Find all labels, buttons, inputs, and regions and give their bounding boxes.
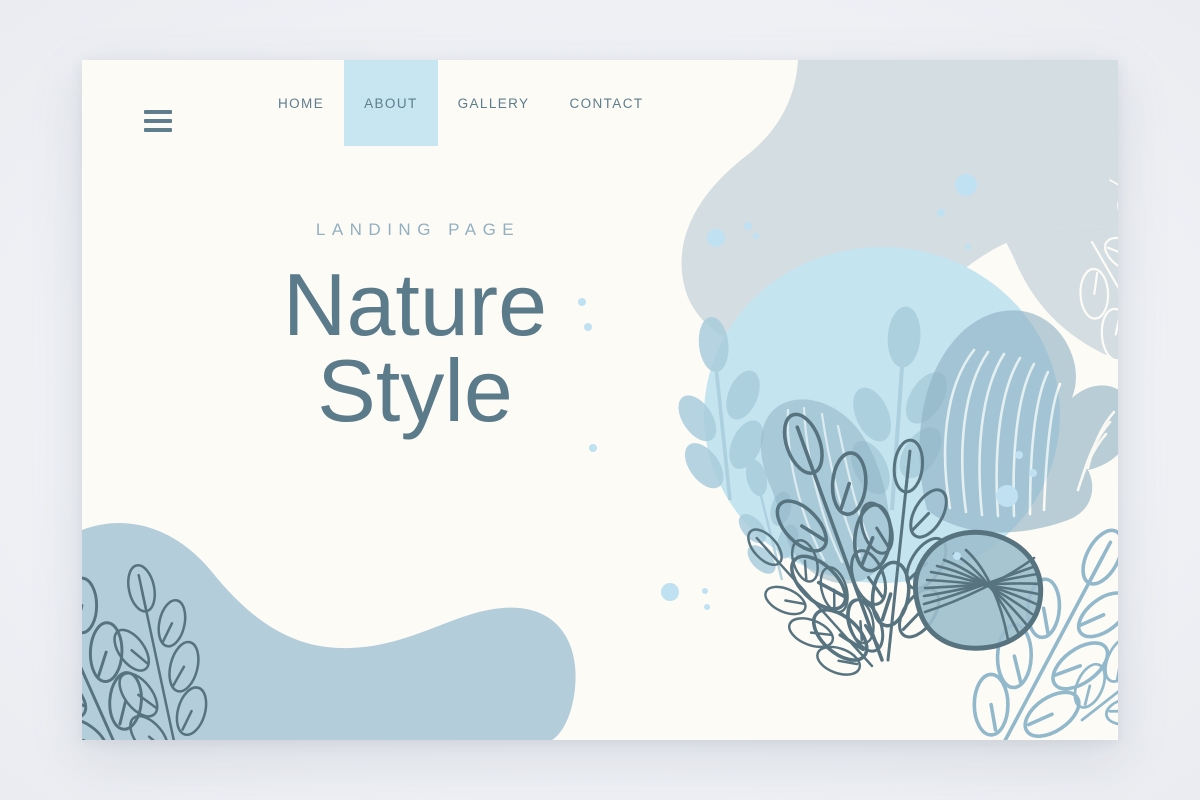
hero-text-block: LANDING PAGE Nature Style <box>200 220 630 441</box>
nav-link-contact[interactable]: CONTACT <box>549 60 663 146</box>
landing-page-card: HOME ABOUT GALLERY CONTACT LANDING PAGE … <box>82 60 1118 740</box>
nav-link-home[interactable]: HOME <box>258 60 344 146</box>
hamburger-bar-3 <box>144 128 172 132</box>
nav-link-about[interactable]: ABOUT <box>344 60 438 146</box>
screen: HOME ABOUT GALLERY CONTACT LANDING PAGE … <box>0 0 1200 800</box>
hamburger-bar-2 <box>144 119 172 123</box>
main-navigation: HOME ABOUT GALLERY CONTACT <box>82 60 1118 146</box>
nav-links: HOME ABOUT GALLERY CONTACT <box>258 60 664 146</box>
nav-link-gallery[interactable]: GALLERY <box>438 60 550 146</box>
hamburger-menu-icon[interactable] <box>144 110 172 132</box>
hero-title-line-2: Style <box>317 341 513 441</box>
scallop-shell <box>913 529 1044 651</box>
hero-title-line-1: Nature <box>282 255 548 354</box>
hero-eyebrow: LANDING PAGE <box>315 220 521 239</box>
hero-title: Nature Style <box>200 261 630 441</box>
hamburger-bar-1 <box>144 110 172 114</box>
